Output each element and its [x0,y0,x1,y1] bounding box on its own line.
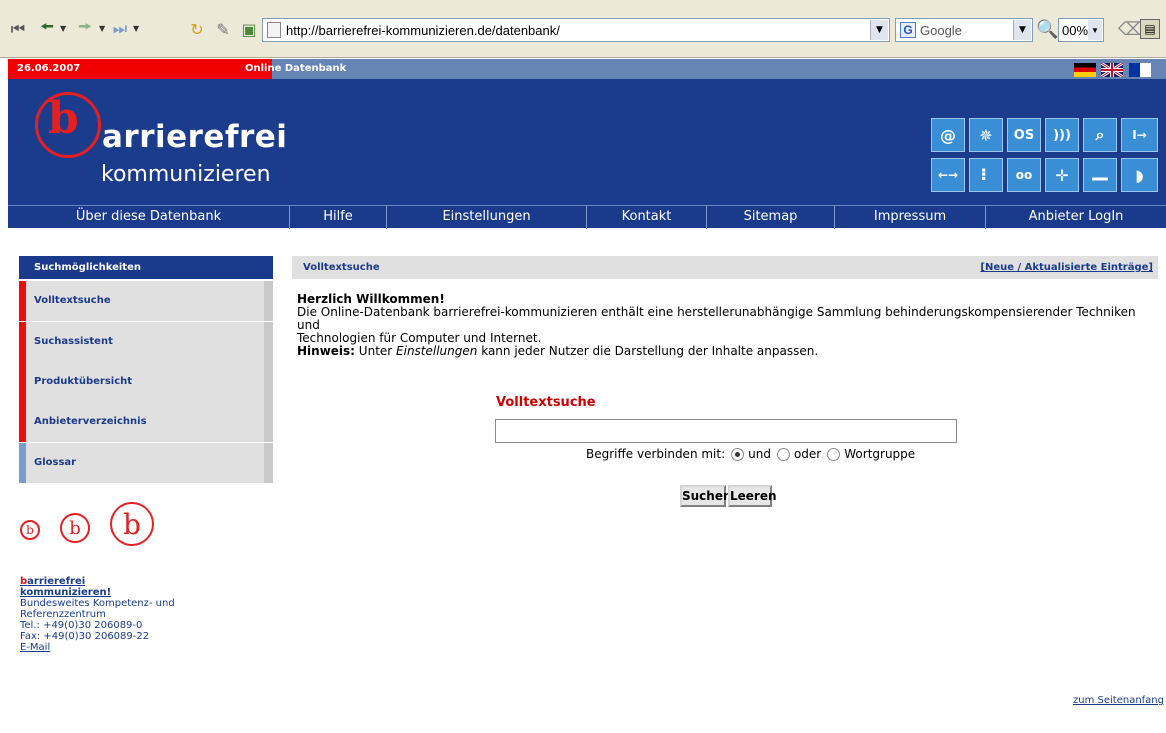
network-icon[interactable]: ✵ [969,118,1003,152]
main-nav: Über diese Datenbank Hilfe Einstellungen… [8,205,1166,229]
url-text[interactable]: http://barrierefrei-kommunizieren.de/dat… [286,23,560,38]
large-logo-icon: b [110,502,154,546]
welcome-text-1: Die Online-Datenbank barrierefrei-kommun… [297,305,1136,332]
forward-dropdown-icon[interactable]: ▼ [99,24,105,33]
window-icon[interactable]: ▤ [1140,19,1160,39]
fax-number: Fax: +49(0)30 206089-22 [20,631,150,642]
edit-icon[interactable]: ✎ [212,18,234,40]
radio-wortgruppe-label: Wortgruppe [844,447,916,461]
phone-number: Tel.: +49(0)30 206089-0 [20,620,143,631]
nav-hilfe[interactable]: Hilfe [290,206,387,229]
logo-text-kommunizieren: kommunizieren [101,162,271,187]
uk-flag-icon[interactable] [1100,61,1124,79]
nav-ueber[interactable]: Über diese Datenbank [8,206,290,229]
small-logo-icon: b [20,520,40,540]
contact-line1: Bundesweites Kompetenz- und [20,598,175,609]
forward-arrow-icon[interactable]: 🠚 [74,17,96,40]
google-icon: G [900,22,916,38]
sidebar-item-volltextsuche[interactable]: Volltextsuche [19,281,273,321]
logo-text-barrierefrei: arrierefrei [102,119,288,155]
uk-flag-graphic [1100,61,1124,79]
zoom-select[interactable]: 00% ▼ [1058,18,1104,42]
contact-block: barrierefrei kommunizieren! Bundesweites… [20,576,270,653]
page-icon [267,22,281,38]
connect-label: Begriffe verbinden mit: [586,447,726,461]
zoom-value: 00% [1062,22,1089,38]
braille-icon[interactable]: ⠇ [969,158,1003,192]
arrows-icon[interactable]: ←→ [931,158,965,192]
search-button[interactable]: Suchen [680,485,732,507]
email-icon[interactable]: @ [931,118,965,152]
os-icon[interactable]: OS [1007,118,1041,152]
fast-forward-dropdown-icon[interactable]: ▼ [133,24,139,33]
sound-icon[interactable]: ))) [1045,118,1079,152]
back-arrow-icon[interactable]: 🠘 [36,17,58,40]
url-dropdown-icon[interactable]: ▼ [870,20,888,40]
nav-sitemap[interactable]: Sitemap [707,206,835,229]
zoom-icon[interactable]: 🔍 [1036,19,1058,40]
contact-line2: Referenzzentrum [20,609,106,620]
browser-toolbar: ⏮ 🠘 ▼ 🠚 ▼ ⏭ ▼ ↻ ✎ ▣ http://barrierefrei-… [0,0,1166,58]
french-flag-icon[interactable] [1129,63,1151,77]
nav-anbieter-login[interactable]: Anbieter LogIn [986,206,1166,229]
keyboard-icon[interactable]: ▂▂ [1083,158,1117,192]
sidebar-item-suchassistent[interactable]: Suchassistent [19,322,273,362]
address-bar[interactable]: http://barrierefrei-kommunizieren.de/dat… [262,18,890,42]
new-entries-link[interactable]: [Neue / Aktualisierte Einträge] [980,256,1153,279]
welcome-block: Herzlich Willkommen! Die Online-Datenban… [297,293,1157,358]
sidebar-item-produktuebersicht[interactable]: Produktübersicht [19,362,273,402]
site-banner: b arrierefrei kommunizieren @ ✵ OS ))) ⌕… [8,79,1166,205]
medium-logo-icon: b [60,513,90,543]
hint-text: Hinweis: Unter Einstellungen kann jeder … [297,344,819,358]
sidebar-title: Suchmöglichkeiten [19,256,273,279]
magnifier-icon[interactable]: ⌕ [1083,118,1117,152]
top-strip: 26.06.2007 Online Datenbank [8,59,1166,79]
rewind-icon[interactable]: ⏮ [8,18,28,40]
german-flag-icon[interactable] [1074,63,1096,77]
search-dropdown-icon[interactable]: ▼ [1013,20,1031,40]
radio-und[interactable] [731,447,745,461]
email-link[interactable]: E-Mail [20,642,50,653]
logo-letter: b [48,93,79,144]
section-title: Volltextsuche [303,262,380,273]
section-label: Online Datenbank [245,63,347,74]
search-engine-label: Google [920,22,962,38]
search-input[interactable] [495,419,957,443]
radio-oder-label: oder [793,447,822,461]
clear-button[interactable]: Leeren [728,485,777,507]
bookmark-icon[interactable]: ▣ [240,18,258,40]
key-icon[interactable]: I→ [1121,118,1158,152]
sidebar-item-anbieterverzeichnis[interactable]: Anbieterverzeichnis [19,402,273,442]
radio-wortgruppe[interactable] [827,447,841,461]
org-link-line2[interactable]: kommunizieren! [20,587,111,598]
browser-search-box[interactable]: G Google ▼ [895,18,1033,42]
date-label: 26.06.2007 [8,59,272,79]
radio-und-label: und [748,447,771,461]
zoom-dropdown-icon[interactable]: ▼ [1088,20,1102,40]
connect-options: Begriffe verbinden mit: und oder Wortgru… [586,447,915,461]
content-header: Volltextsuche [Neue / Aktualisierte Eint… [292,256,1158,279]
sidebar-item-glossar[interactable]: Glossar [19,443,273,483]
search-form-title: Volltextsuche [496,395,596,410]
nav-einstellungen[interactable]: Einstellungen [387,206,587,229]
back-to-top-link[interactable]: zum Seitenanfang [1073,695,1164,706]
fast-forward-icon[interactable]: ⏭ [110,18,130,40]
radio-oder[interactable] [776,447,790,461]
reload-icon[interactable]: ↻ [186,18,208,40]
org-link[interactable]: barrierefrei [20,576,85,587]
back-dropdown-icon[interactable]: ▼ [60,24,66,33]
cross-arrows-icon[interactable]: ✛ [1045,158,1079,192]
nav-impressum[interactable]: Impressum [835,206,986,229]
nav-kontakt[interactable]: Kontakt [587,206,707,229]
mouse-icon[interactable]: ◗ [1121,158,1158,192]
glasses-icon[interactable]: oo [1007,158,1041,192]
